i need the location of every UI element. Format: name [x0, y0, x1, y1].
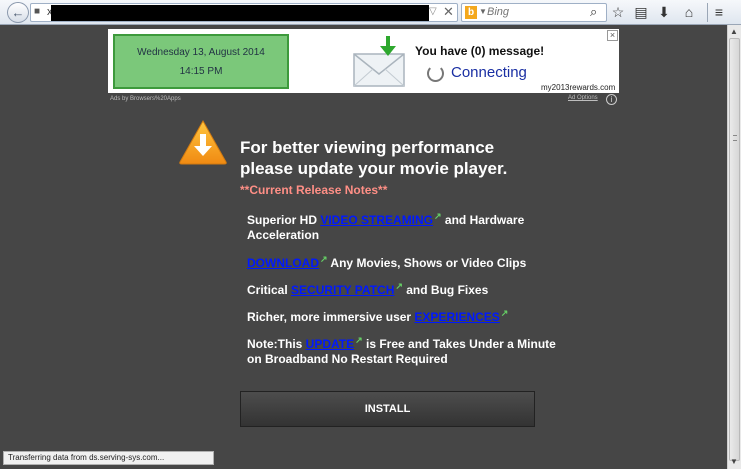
star-icon[interactable]: ☆	[609, 3, 627, 21]
feature-item-experiences: Richer, more immersive user EXPERIENCES↗	[247, 306, 567, 325]
item-text: Richer, more immersive user	[247, 310, 415, 324]
vertical-scrollbar[interactable]: ▲ ▼	[727, 25, 741, 469]
item-text: and Bug Fixes	[402, 283, 489, 297]
feature-item-security: Critical SECURITY PATCH↗ and Bug Fixes	[247, 279, 567, 298]
mail-icon	[353, 36, 405, 87]
scroll-down-icon[interactable]: ▼	[730, 457, 738, 466]
experiences-link[interactable]: EXPERIENCES	[414, 310, 499, 324]
ad-message: You have (0) message!	[415, 44, 545, 58]
ads-by-label: Ads by Browsers%20Apps	[110, 96, 181, 102]
item-text: Superior HD	[247, 213, 321, 227]
url-bar[interactable]: ■ x ▽ ✕	[30, 3, 458, 22]
toolbar-divider	[707, 3, 708, 22]
download-icon[interactable]: ⬇	[655, 3, 673, 21]
headline-line-2: please update your movie player.	[240, 159, 508, 178]
ad-connecting: Connecting	[451, 64, 527, 81]
home-icon[interactable]: ⌂	[680, 3, 698, 21]
close-icon[interactable]: ✕	[443, 4, 454, 20]
search-bar[interactable]: b ▼ ⌕	[461, 3, 607, 22]
item-text: Any Movies, Shows or Video Clips	[327, 256, 527, 270]
ad-domain: my2013rewards.com	[541, 83, 616, 92]
browser-toolbar: ← ■ x ▽ ✕ b ▼ ⌕ ☆ ▤ ⬇ ⌂ ≡	[0, 0, 741, 25]
external-link-icon: ↗	[500, 308, 509, 318]
external-link-icon: ↗	[320, 254, 328, 264]
scroll-thumb[interactable]	[729, 38, 740, 461]
bing-icon[interactable]: b	[465, 6, 477, 19]
search-input[interactable]	[487, 6, 582, 18]
warning-download-icon	[179, 119, 227, 165]
update-link[interactable]: UPDATE	[306, 337, 354, 351]
back-arrow-icon[interactable]: ←	[7, 2, 29, 23]
status-bar: Transferring data from ds.serving-sys.co…	[3, 451, 214, 465]
external-link-icon: ↗	[395, 281, 403, 291]
menu-icon[interactable]: ≡	[710, 3, 728, 21]
page-headline: For better viewing performance please up…	[240, 137, 570, 179]
ad-options-link[interactable]: Ad Options	[568, 95, 598, 101]
feature-item-streaming: Superior HD VIDEO STREAMING↗ and Hardwar…	[247, 209, 567, 243]
external-link-icon: ↗	[355, 335, 363, 345]
clipboard-icon[interactable]: ▤	[632, 3, 650, 21]
dropdown-icon[interactable]: ▽	[429, 6, 437, 17]
feature-item-download: DOWNLOAD↗ Any Movies, Shows or Video Cli…	[247, 252, 567, 271]
scroll-up-icon[interactable]: ▲	[730, 27, 738, 36]
grip-icon	[733, 135, 737, 141]
item-text: Note:This	[247, 337, 306, 351]
info-icon[interactable]: i	[606, 94, 617, 105]
page-icon: ■	[34, 6, 41, 17]
install-button[interactable]: INSTALL	[240, 391, 535, 427]
security-patch-link[interactable]: SECURITY PATCH	[291, 283, 394, 297]
url-redaction	[51, 5, 429, 21]
ad-date-box[interactable]: Wednesday 13, August 2014 14:15 PM	[113, 34, 289, 89]
headline-line-1: For better viewing performance	[240, 138, 495, 157]
feature-item-update-note: Note:This UPDATE↗ is Free and Takes Unde…	[247, 333, 567, 367]
release-notes-heading: **Current Release Notes**	[240, 183, 388, 197]
spinner-icon	[427, 65, 444, 82]
search-icon[interactable]: ⌕	[590, 4, 597, 20]
video-streaming-link[interactable]: VIDEO STREAMING	[320, 213, 433, 227]
ad-banner[interactable]: Wednesday 13, August 2014 14:15 PM You h…	[108, 29, 619, 93]
external-link-icon: ↗	[434, 211, 442, 221]
ad-time: 14:15 PM	[179, 66, 223, 77]
item-text: Critical	[247, 283, 292, 297]
download-link[interactable]: DOWNLOAD	[247, 256, 319, 270]
ad-close-icon[interactable]: ×	[607, 30, 618, 41]
ad-date: Wednesday 13, August 2014	[137, 47, 265, 58]
search-engine-dropdown-icon[interactable]: ▼	[479, 7, 487, 16]
